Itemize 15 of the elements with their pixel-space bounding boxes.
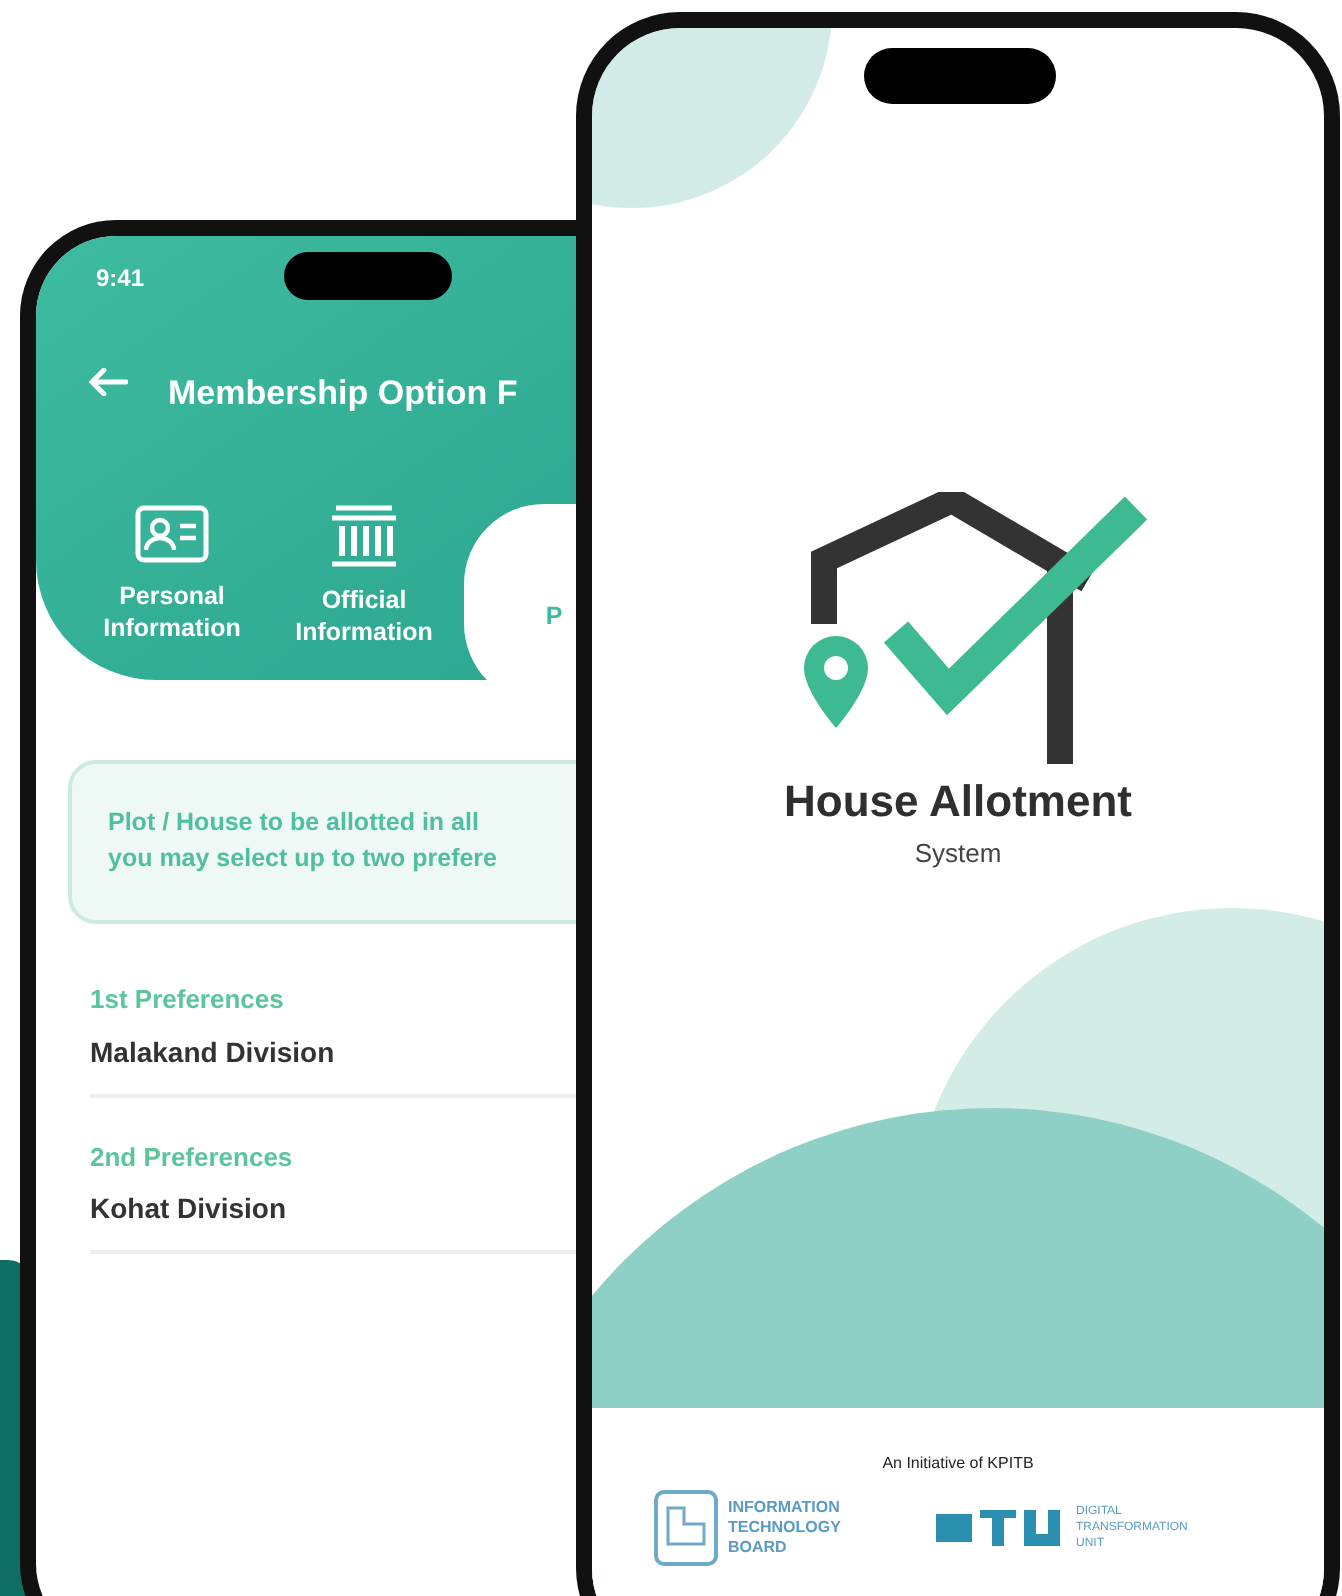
app-subtitle: System — [914, 836, 1002, 872]
field-label: 2nd Preferences — [90, 1139, 295, 1175]
form-tab[interactable]: Personal Information — [80, 504, 264, 704]
back-arrow-icon[interactable] — [88, 368, 128, 396]
field-label: 1st Preferences — [90, 982, 286, 1018]
id-card-icon — [134, 504, 210, 564]
app-name: House Allotment — [784, 774, 1132, 830]
status-time: 9:41 — [96, 262, 145, 296]
initiative-text: An Initiative of KPITB — [880, 1452, 1036, 1476]
screen-title: Membership Option F — [168, 372, 518, 416]
board-logo-icon — [652, 1488, 720, 1568]
building-icon — [328, 504, 400, 568]
notice-text: Plot / House to be allotted in all you may select up to two prefere — [108, 806, 499, 876]
partner-name: INFORMATION TECHNOLOGY BOARD — [728, 1498, 843, 1558]
form-tab[interactable]: Official Information — [272, 504, 456, 704]
